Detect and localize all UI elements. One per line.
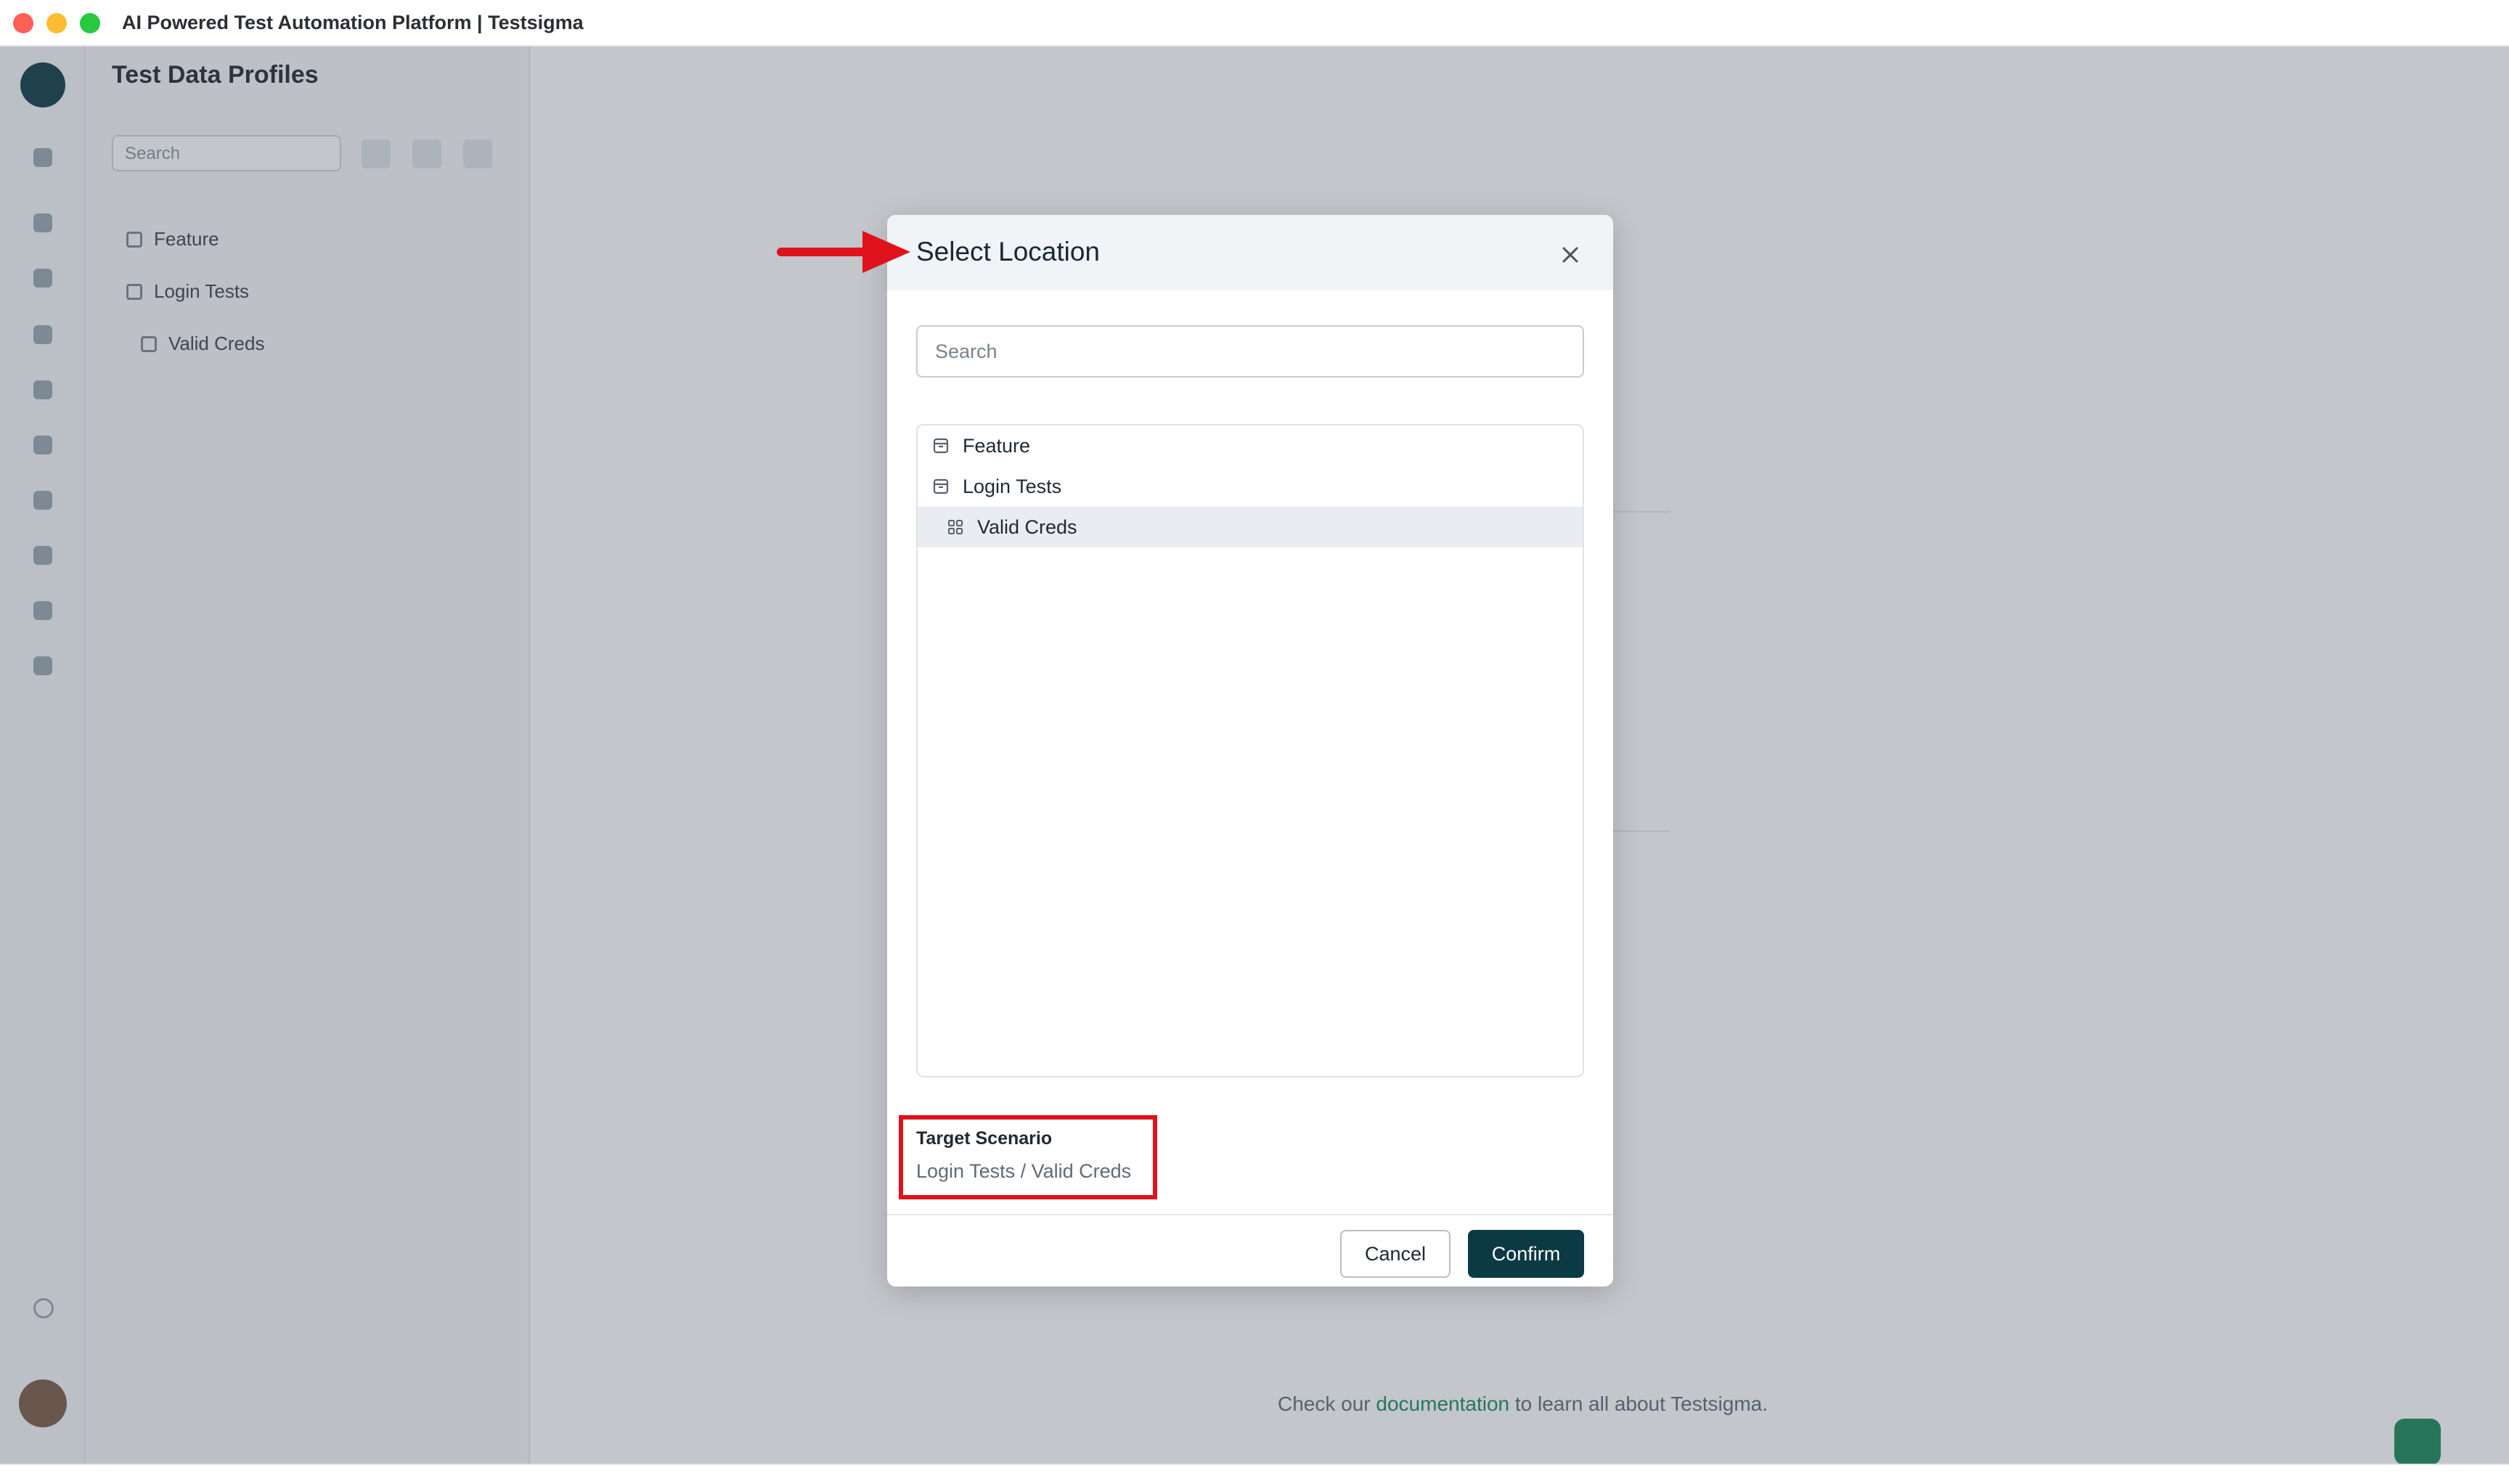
tree-node-label: Valid Creds [977, 515, 1077, 538]
window-bottom-edge [0, 1464, 2509, 1484]
tree-node-label: Login Tests [963, 475, 1062, 497]
tree-node-valid-creds[interactable]: Valid Creds [918, 507, 1583, 547]
location-tree: Feature Login Tests Valid Creds [916, 424, 1584, 1077]
folder-icon [932, 437, 950, 454]
target-scenario-label: Target Scenario [916, 1128, 1053, 1149]
close-window-button[interactable] [13, 13, 33, 33]
dialog-title: Select Location [916, 237, 1101, 266]
dialog-header: Select Location [887, 215, 1613, 290]
target-scenario-value: Login Tests / Valid Creds [916, 1160, 1132, 1182]
folder-icon [932, 478, 950, 495]
close-icon[interactable] [1559, 244, 1581, 266]
annotation-arrow-icon [777, 231, 910, 273]
cancel-button[interactable]: Cancel [1340, 1230, 1451, 1278]
dialog-footer-divider [887, 1214, 1613, 1215]
select-location-dialog: Select Location Feature Login Tests Vali… [887, 215, 1613, 1287]
tree-node-login-tests[interactable]: Login Tests [918, 466, 1583, 507]
confirm-button[interactable]: Confirm [1468, 1230, 1584, 1278]
location-search-input[interactable] [916, 325, 1584, 378]
tree-node-label: Feature [963, 434, 1031, 457]
window-title: AI Powered Test Automation Platform | Te… [122, 12, 584, 33]
window-titlebar: AI Powered Test Automation Platform | Te… [0, 0, 2509, 46]
maximize-window-button[interactable] [80, 13, 100, 33]
grid-icon [947, 518, 964, 536]
minimize-window-button[interactable] [46, 13, 67, 33]
tree-node-feature[interactable]: Feature [918, 425, 1583, 466]
